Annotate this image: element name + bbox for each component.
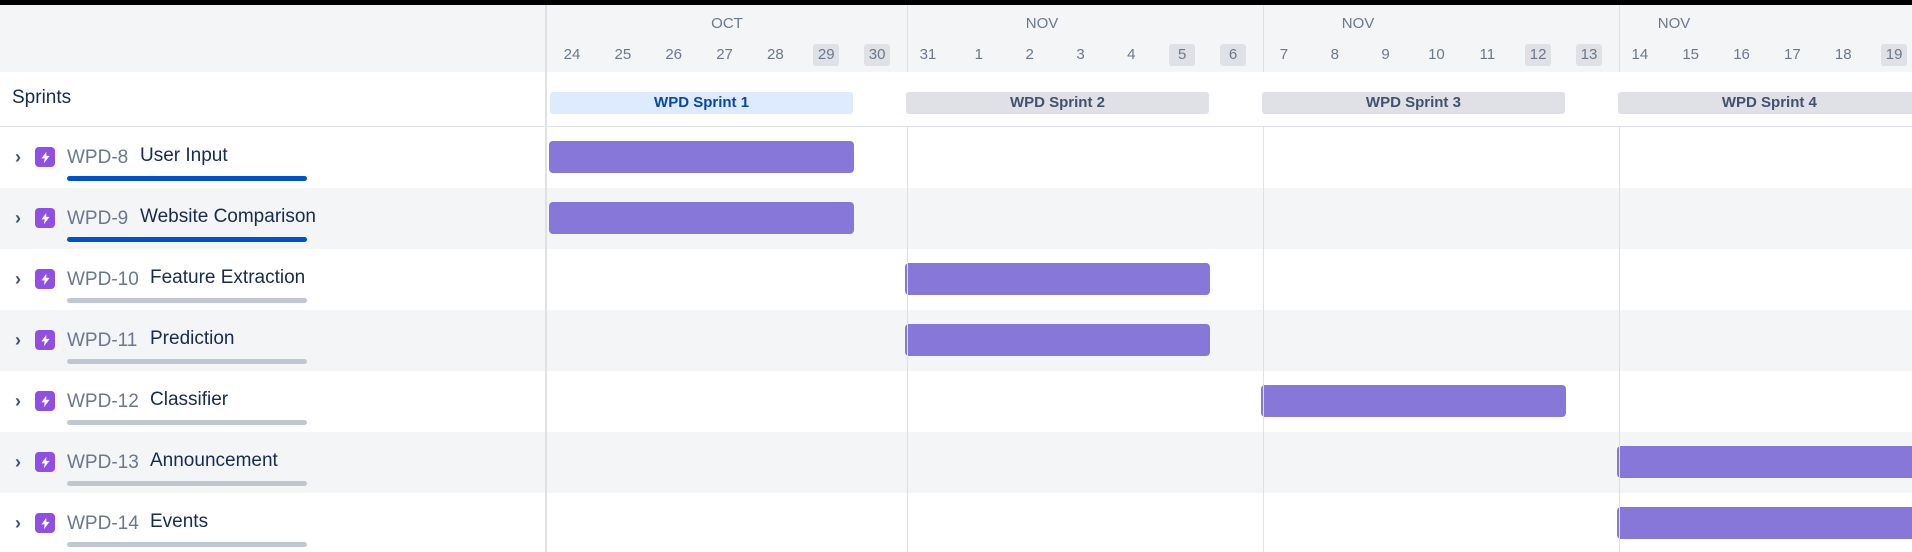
issue-row[interactable]: › WPD-12 Classifier — [0, 371, 1912, 432]
sprints-timeline-row: WPD Sprint 1 WPD Sprint 2 WPD Sprint 3 WPD … — [547, 72, 1912, 127]
day-label: 10 — [1428, 46, 1445, 63]
epic-timeline-bar[interactable] — [549, 202, 855, 234]
day-label: 30 — [864, 44, 891, 66]
epic-timeline-bar[interactable] — [1616, 507, 1912, 539]
week-separator — [1262, 127, 1264, 552]
issue-key[interactable]: WPD-12 — [67, 391, 139, 413]
day-label: 27 — [716, 46, 733, 63]
issue-row[interactable]: › WPD-9 Website Comparison — [0, 188, 1912, 249]
day-label: 9 — [1381, 46, 1390, 63]
day-label: 3 — [1076, 46, 1085, 63]
day-label: 11 — [1479, 46, 1496, 63]
day-label: 13 — [1576, 44, 1602, 66]
sprint-bar[interactable]: WPD Sprint 1 — [550, 92, 854, 114]
issue-key[interactable]: WPD-13 — [67, 452, 139, 474]
epic-lightning-icon — [35, 452, 55, 472]
day-label: 26 — [665, 46, 683, 63]
day-label: 1 — [974, 46, 983, 63]
sprint-bar[interactable]: WPD Sprint 4 — [1617, 92, 1912, 114]
epic-lightning-icon — [35, 513, 55, 533]
epic-timeline-bar[interactable] — [904, 263, 1211, 295]
day-label: 7 — [1279, 46, 1289, 63]
epic-timeline-bar[interactable] — [1616, 446, 1912, 478]
issue-row[interactable]: › WPD-8 User Input — [0, 127, 1912, 188]
month-label: NOV — [1341, 15, 1375, 32]
day-label: 25 — [614, 46, 632, 63]
progress-bar — [67, 359, 307, 364]
chevron-right-icon[interactable]: › — [10, 331, 26, 349]
day-label: 15 — [1682, 46, 1700, 63]
week-separator — [906, 127, 908, 552]
day-label: 19 — [1881, 44, 1908, 66]
day-label: 8 — [1330, 46, 1339, 63]
epic-timeline-bar[interactable] — [549, 141, 855, 173]
day-label: 24 — [563, 46, 581, 63]
issue-title[interactable]: Announcement — [150, 450, 278, 472]
progress-fill — [67, 176, 307, 181]
timeline-header: OCT NOV NOV NOV 24 25 26 27 28 29 30 31 1 2 3 4 5 6 7 8… — [547, 5, 1912, 73]
month-label: NOV — [1025, 15, 1059, 32]
issue-key[interactable]: WPD-11 — [67, 330, 137, 352]
day-label: 31 — [919, 46, 937, 63]
week-separator — [1618, 127, 1620, 552]
epic-timeline-bar[interactable] — [1260, 385, 1566, 417]
epic-lightning-icon — [35, 147, 55, 167]
sprints-label: Sprints — [12, 87, 72, 108]
progress-bar — [67, 298, 307, 303]
roadmap-view: Sprints OCT NOV NOV NOV 24 25 26 27 28 29 30 31… — [0, 5, 1912, 552]
day-label: 18 — [1834, 46, 1852, 63]
day-label: 6 — [1220, 44, 1247, 66]
day-label: 12 — [1525, 44, 1552, 66]
epic-lightning-icon — [35, 330, 55, 350]
progress-fill — [67, 237, 307, 242]
chevron-right-icon[interactable]: › — [10, 514, 26, 532]
epic-timeline-bar[interactable] — [904, 324, 1211, 356]
issue-row[interactable]: › WPD-13 Announcement — [0, 432, 1912, 493]
issue-list-header — [0, 5, 545, 73]
issue-key[interactable]: WPD-9 — [67, 208, 128, 230]
epic-lightning-icon — [35, 391, 55, 411]
progress-bar — [67, 542, 307, 547]
panel-divider — [545, 5, 547, 552]
chevron-right-icon[interactable]: › — [10, 148, 26, 166]
issue-title[interactable]: Prediction — [150, 328, 235, 350]
chevron-right-icon[interactable]: › — [10, 392, 26, 410]
chevron-right-icon[interactable]: › — [10, 209, 26, 227]
day-label: 29 — [813, 44, 840, 66]
day-label: 28 — [767, 46, 784, 63]
progress-bar — [67, 420, 307, 425]
day-label: 14 — [1631, 46, 1649, 63]
sprint-bar[interactable]: WPD Sprint 2 — [905, 92, 1210, 114]
chevron-right-icon[interactable]: › — [10, 270, 26, 288]
epic-lightning-icon — [35, 269, 55, 289]
day-label: 17 — [1784, 46, 1801, 63]
progress-bar — [67, 237, 307, 242]
issue-title[interactable]: Website Comparison — [140, 206, 316, 228]
issue-row[interactable]: › WPD-10 Feature Extraction — [0, 249, 1912, 310]
epic-lightning-icon — [35, 208, 55, 228]
day-label: 4 — [1127, 46, 1136, 63]
issue-row[interactable]: › WPD-14 Events — [0, 493, 1912, 552]
sprint-bar[interactable]: WPD Sprint 3 — [1261, 92, 1565, 114]
issue-title[interactable]: Classifier — [150, 389, 228, 411]
issue-title[interactable]: Feature Extraction — [150, 267, 305, 289]
issue-key[interactable]: WPD-14 — [67, 513, 139, 535]
day-label: 2 — [1025, 46, 1034, 63]
issue-key[interactable]: WPD-10 — [67, 269, 139, 291]
issue-row[interactable]: › WPD-11 Prediction — [0, 310, 1912, 371]
issue-key[interactable]: WPD-8 — [67, 147, 128, 169]
sprints-row-label-cell: Sprints — [0, 72, 545, 127]
month-label: NOV — [1657, 15, 1691, 32]
chevron-right-icon[interactable]: › — [10, 453, 26, 471]
issue-title[interactable]: User Input — [140, 145, 228, 167]
day-label: 16 — [1733, 46, 1750, 63]
progress-bar — [67, 481, 307, 486]
progress-bar — [67, 176, 307, 181]
issue-title[interactable]: Events — [150, 511, 208, 533]
month-label: OCT — [711, 15, 743, 32]
day-label: 5 — [1169, 44, 1196, 66]
